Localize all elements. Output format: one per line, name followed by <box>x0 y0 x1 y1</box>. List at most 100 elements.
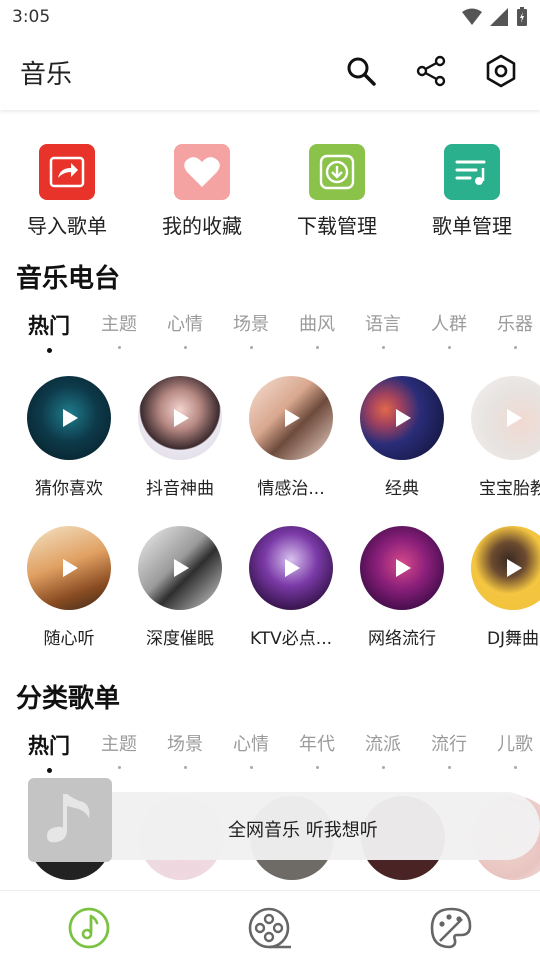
tab-crowd[interactable]: 人群 <box>416 310 482 349</box>
signal-icon <box>490 8 508 26</box>
tab-label: 流行 <box>431 734 467 755</box>
tab-indicator <box>315 346 319 349</box>
tab-label: 年代 <box>299 734 335 755</box>
radio-item[interactable]: 网络流行 <box>347 526 457 649</box>
quick-downloads[interactable]: 下载管理 <box>277 140 397 239</box>
status-time: 3:05 <box>12 7 51 27</box>
tab-label: 心情 <box>233 734 269 755</box>
tab-label: 曲风 <box>299 314 335 335</box>
radio-item[interactable]: 经典 <box>347 376 457 499</box>
search-icon[interactable] <box>344 54 378 88</box>
cover-image <box>471 526 540 610</box>
palette-icon <box>430 907 472 949</box>
tab-label: 主题 <box>101 734 137 755</box>
radio-item[interactable]: DJ舞曲 <box>458 526 540 649</box>
playlist-icon <box>444 144 500 200</box>
tab-kids[interactable]: 儿歌 <box>482 730 540 769</box>
play-icon <box>285 559 300 577</box>
tab-indicator <box>513 346 517 349</box>
tab-indicator <box>249 346 253 349</box>
radio-item[interactable]: 猜你喜欢 <box>14 376 124 499</box>
tab-hot[interactable]: 热门 <box>16 730 82 773</box>
share-icon[interactable] <box>414 54 448 88</box>
wifi-icon <box>462 8 482 25</box>
tab-label: 场景 <box>167 734 203 755</box>
status-bar: 3:05 <box>0 0 540 34</box>
tab-label: 主题 <box>101 314 137 335</box>
cover-image <box>249 526 333 610</box>
play-icon <box>285 409 300 427</box>
radio-item-label: 随心听 <box>43 629 95 649</box>
tab-mood[interactable]: 心情 <box>152 310 218 349</box>
page-title: 音乐 <box>20 60 73 90</box>
toast-text: 全网音乐 听我想听 <box>228 820 378 841</box>
tab-theme[interactable]: 主题 <box>86 730 152 769</box>
play-icon <box>507 559 522 577</box>
status-icons <box>462 7 528 27</box>
radio-item-label: KTV必点... <box>249 629 333 649</box>
tab-indicator <box>117 766 121 769</box>
radio-item[interactable]: 深度催眠 <box>125 526 235 649</box>
settings-icon[interactable] <box>484 54 518 88</box>
quick-favorites[interactable]: 我的收藏 <box>142 140 262 239</box>
tab-mood[interactable]: 心情 <box>218 730 284 769</box>
tab-indicator <box>183 346 187 349</box>
quick-label: 导入歌单 <box>27 214 107 238</box>
radio-item-label: 情感治... <box>257 479 325 499</box>
quick-playlist-manage[interactable]: 歌单管理 <box>412 140 532 239</box>
play-icon <box>507 409 522 427</box>
music-note-icon <box>28 778 112 862</box>
cover-image <box>27 526 111 610</box>
download-icon <box>309 144 365 200</box>
play-icon <box>396 409 411 427</box>
tab-indicator <box>117 346 121 349</box>
tab-pop[interactable]: 流行 <box>416 730 482 769</box>
tab-indicator <box>46 348 52 353</box>
tab-indicator <box>513 766 517 769</box>
tab-theme[interactable]: 主题 <box>86 310 152 349</box>
tab-hot[interactable]: 热门 <box>16 310 82 353</box>
play-icon <box>174 559 189 577</box>
nav-video[interactable] <box>247 905 293 951</box>
nav-music[interactable] <box>66 905 112 951</box>
radio-item-label: 深度催眠 <box>146 629 214 649</box>
radio-tabs: 热门 主题 心情 场景 曲风 语言 人群 乐器 <box>0 310 540 354</box>
radio-item-label: DJ舞曲 <box>486 629 540 649</box>
radio-item-label: 网络流行 <box>368 629 436 649</box>
radio-item[interactable]: 情感治... <box>236 376 346 499</box>
tab-scene[interactable]: 场景 <box>218 310 284 349</box>
radio-item[interactable]: KTV必点... <box>236 526 346 649</box>
tab-label: 热门 <box>28 314 70 338</box>
tab-indicator <box>381 766 385 769</box>
tab-label: 心情 <box>167 314 203 335</box>
tab-genre[interactable]: 曲风 <box>284 310 350 349</box>
tab-indicator <box>183 766 187 769</box>
cover-image <box>249 376 333 460</box>
music-note-icon <box>68 907 110 949</box>
radio-item[interactable]: 抖音神曲 <box>125 376 235 499</box>
quick-label: 歌单管理 <box>432 214 512 238</box>
tab-instrument[interactable]: 乐器 <box>482 310 540 349</box>
cover-image <box>27 376 111 460</box>
play-icon <box>63 409 78 427</box>
cover-image <box>138 376 222 460</box>
toast-banner[interactable]: 全网音乐 听我想听 <box>28 778 540 862</box>
radio-item[interactable]: 随心听 <box>14 526 124 649</box>
play-icon <box>174 409 189 427</box>
section-title-playlists: 分类歌单 <box>16 684 121 714</box>
tab-scene[interactable]: 场景 <box>152 730 218 769</box>
tab-indicator <box>447 766 451 769</box>
tab-school[interactable]: 流派 <box>350 730 416 769</box>
battery-icon <box>517 7 527 26</box>
radio-item[interactable]: 宝宝胎教 <box>458 376 540 499</box>
radio-item-label: 抖音神曲 <box>146 479 214 499</box>
tab-label: 热门 <box>28 734 70 758</box>
tab-label: 场景 <box>233 314 269 335</box>
tab-indicator <box>249 766 253 769</box>
quick-import-playlist[interactable]: 导入歌单 <box>7 140 127 239</box>
nav-theme[interactable] <box>428 905 474 951</box>
appbar-actions <box>344 54 518 88</box>
import-icon <box>39 144 95 200</box>
tab-language[interactable]: 语言 <box>350 310 416 349</box>
tab-era[interactable]: 年代 <box>284 730 350 769</box>
